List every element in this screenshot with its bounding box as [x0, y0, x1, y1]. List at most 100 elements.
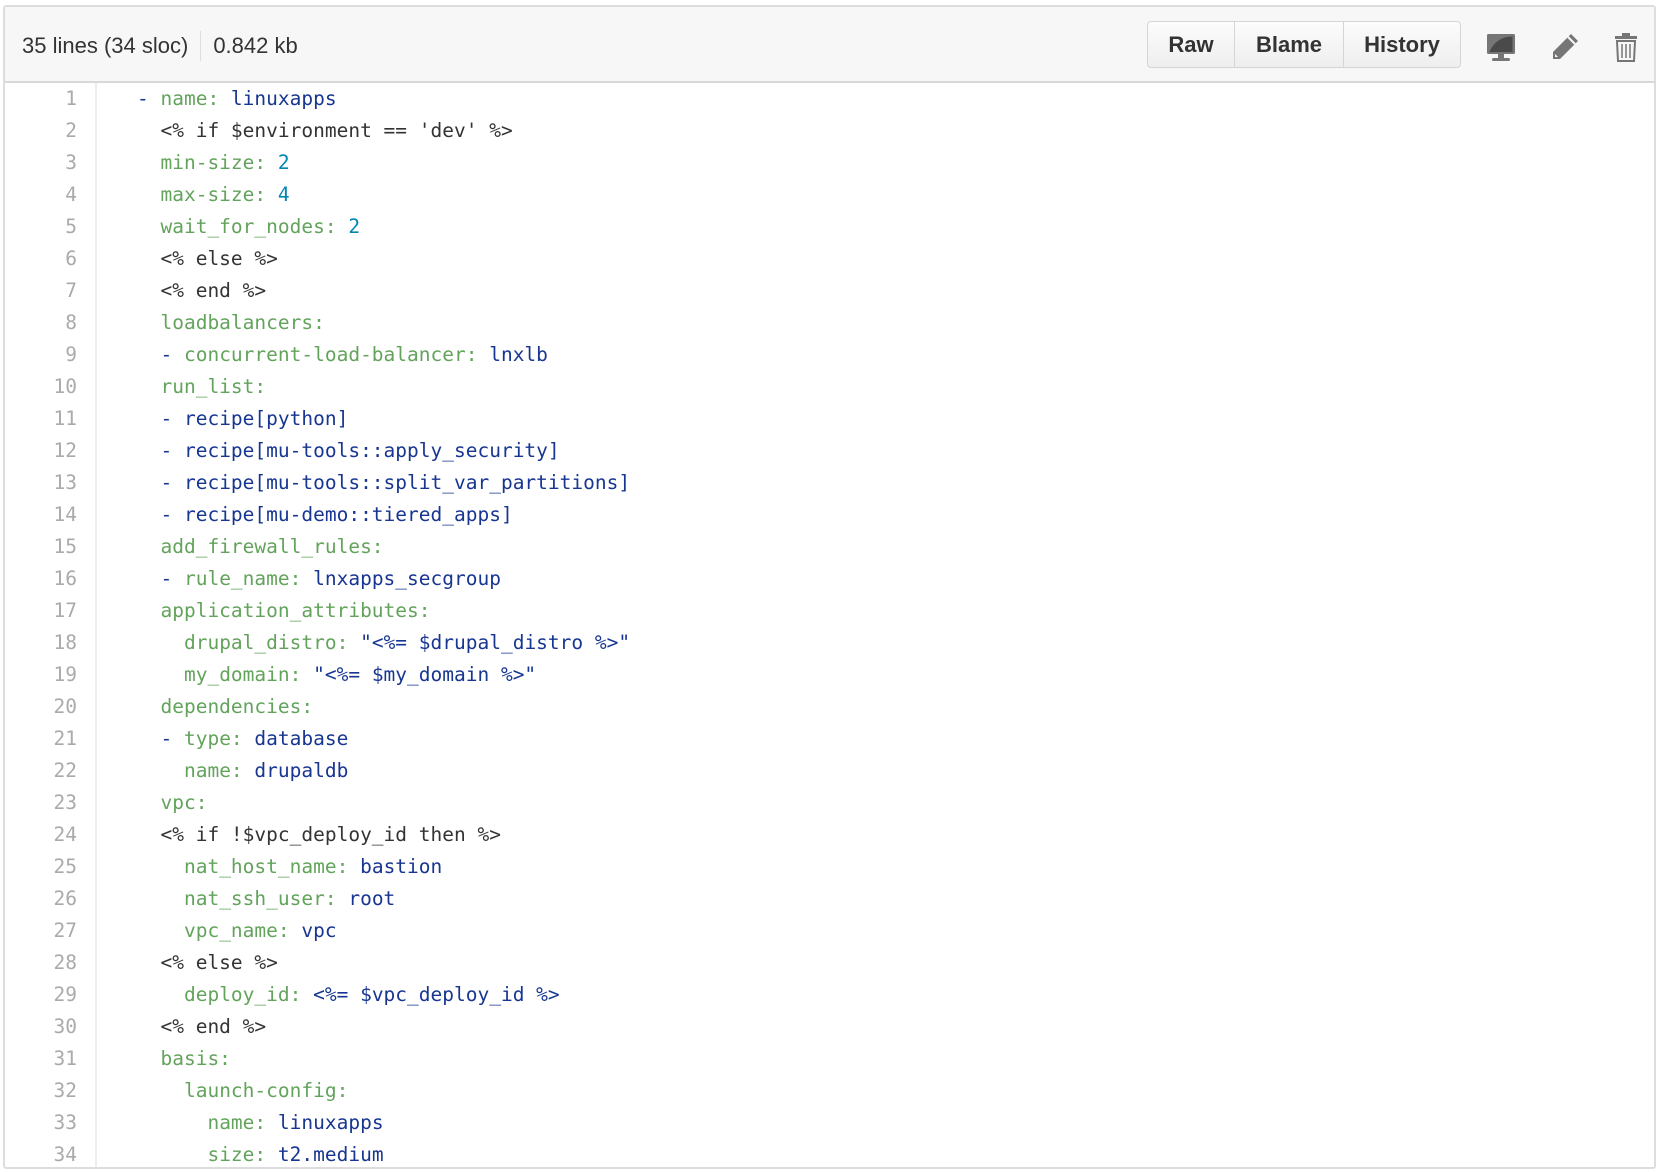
- line-number[interactable]: 7: [5, 275, 77, 307]
- line-number[interactable]: 5: [5, 211, 77, 243]
- yaml-key: vpc:: [160, 791, 208, 814]
- line-number[interactable]: 18: [5, 627, 77, 659]
- line-number[interactable]: 20: [5, 691, 77, 723]
- yaml-key: name:: [207, 1111, 267, 1134]
- list-dash: -: [160, 439, 184, 462]
- code-line: 29 deploy_id: <%= $vpc_deploy_id %>: [5, 979, 1654, 1011]
- yaml-value: bastion: [348, 855, 443, 878]
- list-dash: -: [160, 343, 184, 366]
- template-text: <% else %>: [160, 951, 278, 974]
- yaml-value: database: [242, 727, 349, 750]
- code-line: 4 max-size: 4: [5, 179, 1654, 211]
- line-content: nat_host_name: bastion: [137, 851, 442, 883]
- line-number[interactable]: 30: [5, 1011, 77, 1043]
- line-number[interactable]: 34: [5, 1139, 77, 1167]
- line-content: vpc:: [137, 787, 207, 819]
- line-content: name: drupaldb: [137, 755, 348, 787]
- line-number[interactable]: 2: [5, 115, 77, 147]
- code-line: 22 name: drupaldb: [5, 755, 1654, 787]
- line-number[interactable]: 1: [5, 83, 77, 115]
- line-number[interactable]: 3: [5, 147, 77, 179]
- yaml-key: min-size:: [160, 151, 267, 174]
- code-line: 1 - name: linuxapps: [5, 83, 1654, 115]
- line-number[interactable]: 22: [5, 755, 77, 787]
- raw-button[interactable]: Raw: [1148, 22, 1235, 67]
- line-content: launch-config:: [137, 1075, 348, 1107]
- code-line: 9 - concurrent-load-balancer: lnxlb: [5, 339, 1654, 371]
- line-number[interactable]: 24: [5, 819, 77, 851]
- line-number[interactable]: 26: [5, 883, 77, 915]
- line-number[interactable]: 19: [5, 659, 77, 691]
- line-number[interactable]: 23: [5, 787, 77, 819]
- line-content: drupal_distro: "<%= $drupal_distro %>": [137, 627, 630, 659]
- yaml-key: basis:: [160, 1047, 231, 1070]
- line-number[interactable]: 6: [5, 243, 77, 275]
- line-number[interactable]: 31: [5, 1043, 77, 1075]
- pencil-icon[interactable]: [1549, 31, 1581, 63]
- history-button[interactable]: History: [1344, 22, 1460, 67]
- line-content: - recipe[python]: [137, 403, 348, 435]
- yaml-key: deploy_id:: [183, 983, 302, 1006]
- line-number[interactable]: 12: [5, 435, 77, 467]
- line-number[interactable]: 27: [5, 915, 77, 947]
- line-number[interactable]: 16: [5, 563, 77, 595]
- line-number[interactable]: 10: [5, 371, 77, 403]
- line-number[interactable]: 32: [5, 1075, 77, 1107]
- line-number[interactable]: 9: [5, 339, 77, 371]
- yaml-key: add_firewall_rules:: [160, 535, 384, 558]
- yaml-key: dependencies:: [160, 695, 314, 718]
- line-content: deploy_id: <%= $vpc_deploy_id %>: [137, 979, 560, 1011]
- desktop-icon[interactable]: [1485, 31, 1517, 63]
- code-line: 6 <% else %>: [5, 243, 1654, 275]
- line-content: min-size: 2: [137, 147, 289, 179]
- line-number[interactable]: 28: [5, 947, 77, 979]
- line-number[interactable]: 25: [5, 851, 77, 883]
- line-content: - type: database: [137, 723, 348, 755]
- line-number[interactable]: 4: [5, 179, 77, 211]
- code-line: 30 <% end %>: [5, 1011, 1654, 1043]
- yaml-value: linuxapps: [219, 87, 337, 110]
- line-content: - recipe[mu-demo::tiered_apps]: [137, 499, 512, 531]
- line-content: - concurrent-load-balancer: lnxlb: [137, 339, 547, 371]
- list-dash: -: [137, 87, 161, 110]
- line-content: loadbalancers:: [137, 307, 324, 339]
- line-content: - name: linuxapps: [137, 83, 337, 115]
- line-number[interactable]: 17: [5, 595, 77, 627]
- line-content: <% else %>: [137, 243, 278, 275]
- blame-button[interactable]: Blame: [1235, 22, 1344, 67]
- yaml-value: vpc: [289, 919, 337, 942]
- line-number[interactable]: 29: [5, 979, 77, 1011]
- yaml-value: recipe[mu-tools::split_var_partitions]: [183, 471, 631, 494]
- code-line: 2 <% if $environment == 'dev' %>: [5, 115, 1654, 147]
- template-text: <% else %>: [160, 247, 278, 270]
- line-number[interactable]: 8: [5, 307, 77, 339]
- list-dash: -: [160, 471, 184, 494]
- yaml-value: "<%= $my_domain %>": [301, 663, 537, 686]
- line-number[interactable]: 11: [5, 403, 77, 435]
- yaml-value: recipe[python]: [183, 407, 349, 430]
- line-number[interactable]: 15: [5, 531, 77, 563]
- line-number[interactable]: 33: [5, 1107, 77, 1139]
- line-number[interactable]: 21: [5, 723, 77, 755]
- trash-icon[interactable]: [1610, 31, 1642, 63]
- line-number[interactable]: 13: [5, 467, 77, 499]
- code-line: 8 loadbalancers:: [5, 307, 1654, 339]
- line-number[interactable]: 14: [5, 499, 77, 531]
- code-line: 19 my_domain: "<%= $my_domain %>": [5, 659, 1654, 691]
- code-line: 25 nat_host_name: bastion: [5, 851, 1654, 883]
- line-content: dependencies:: [137, 691, 313, 723]
